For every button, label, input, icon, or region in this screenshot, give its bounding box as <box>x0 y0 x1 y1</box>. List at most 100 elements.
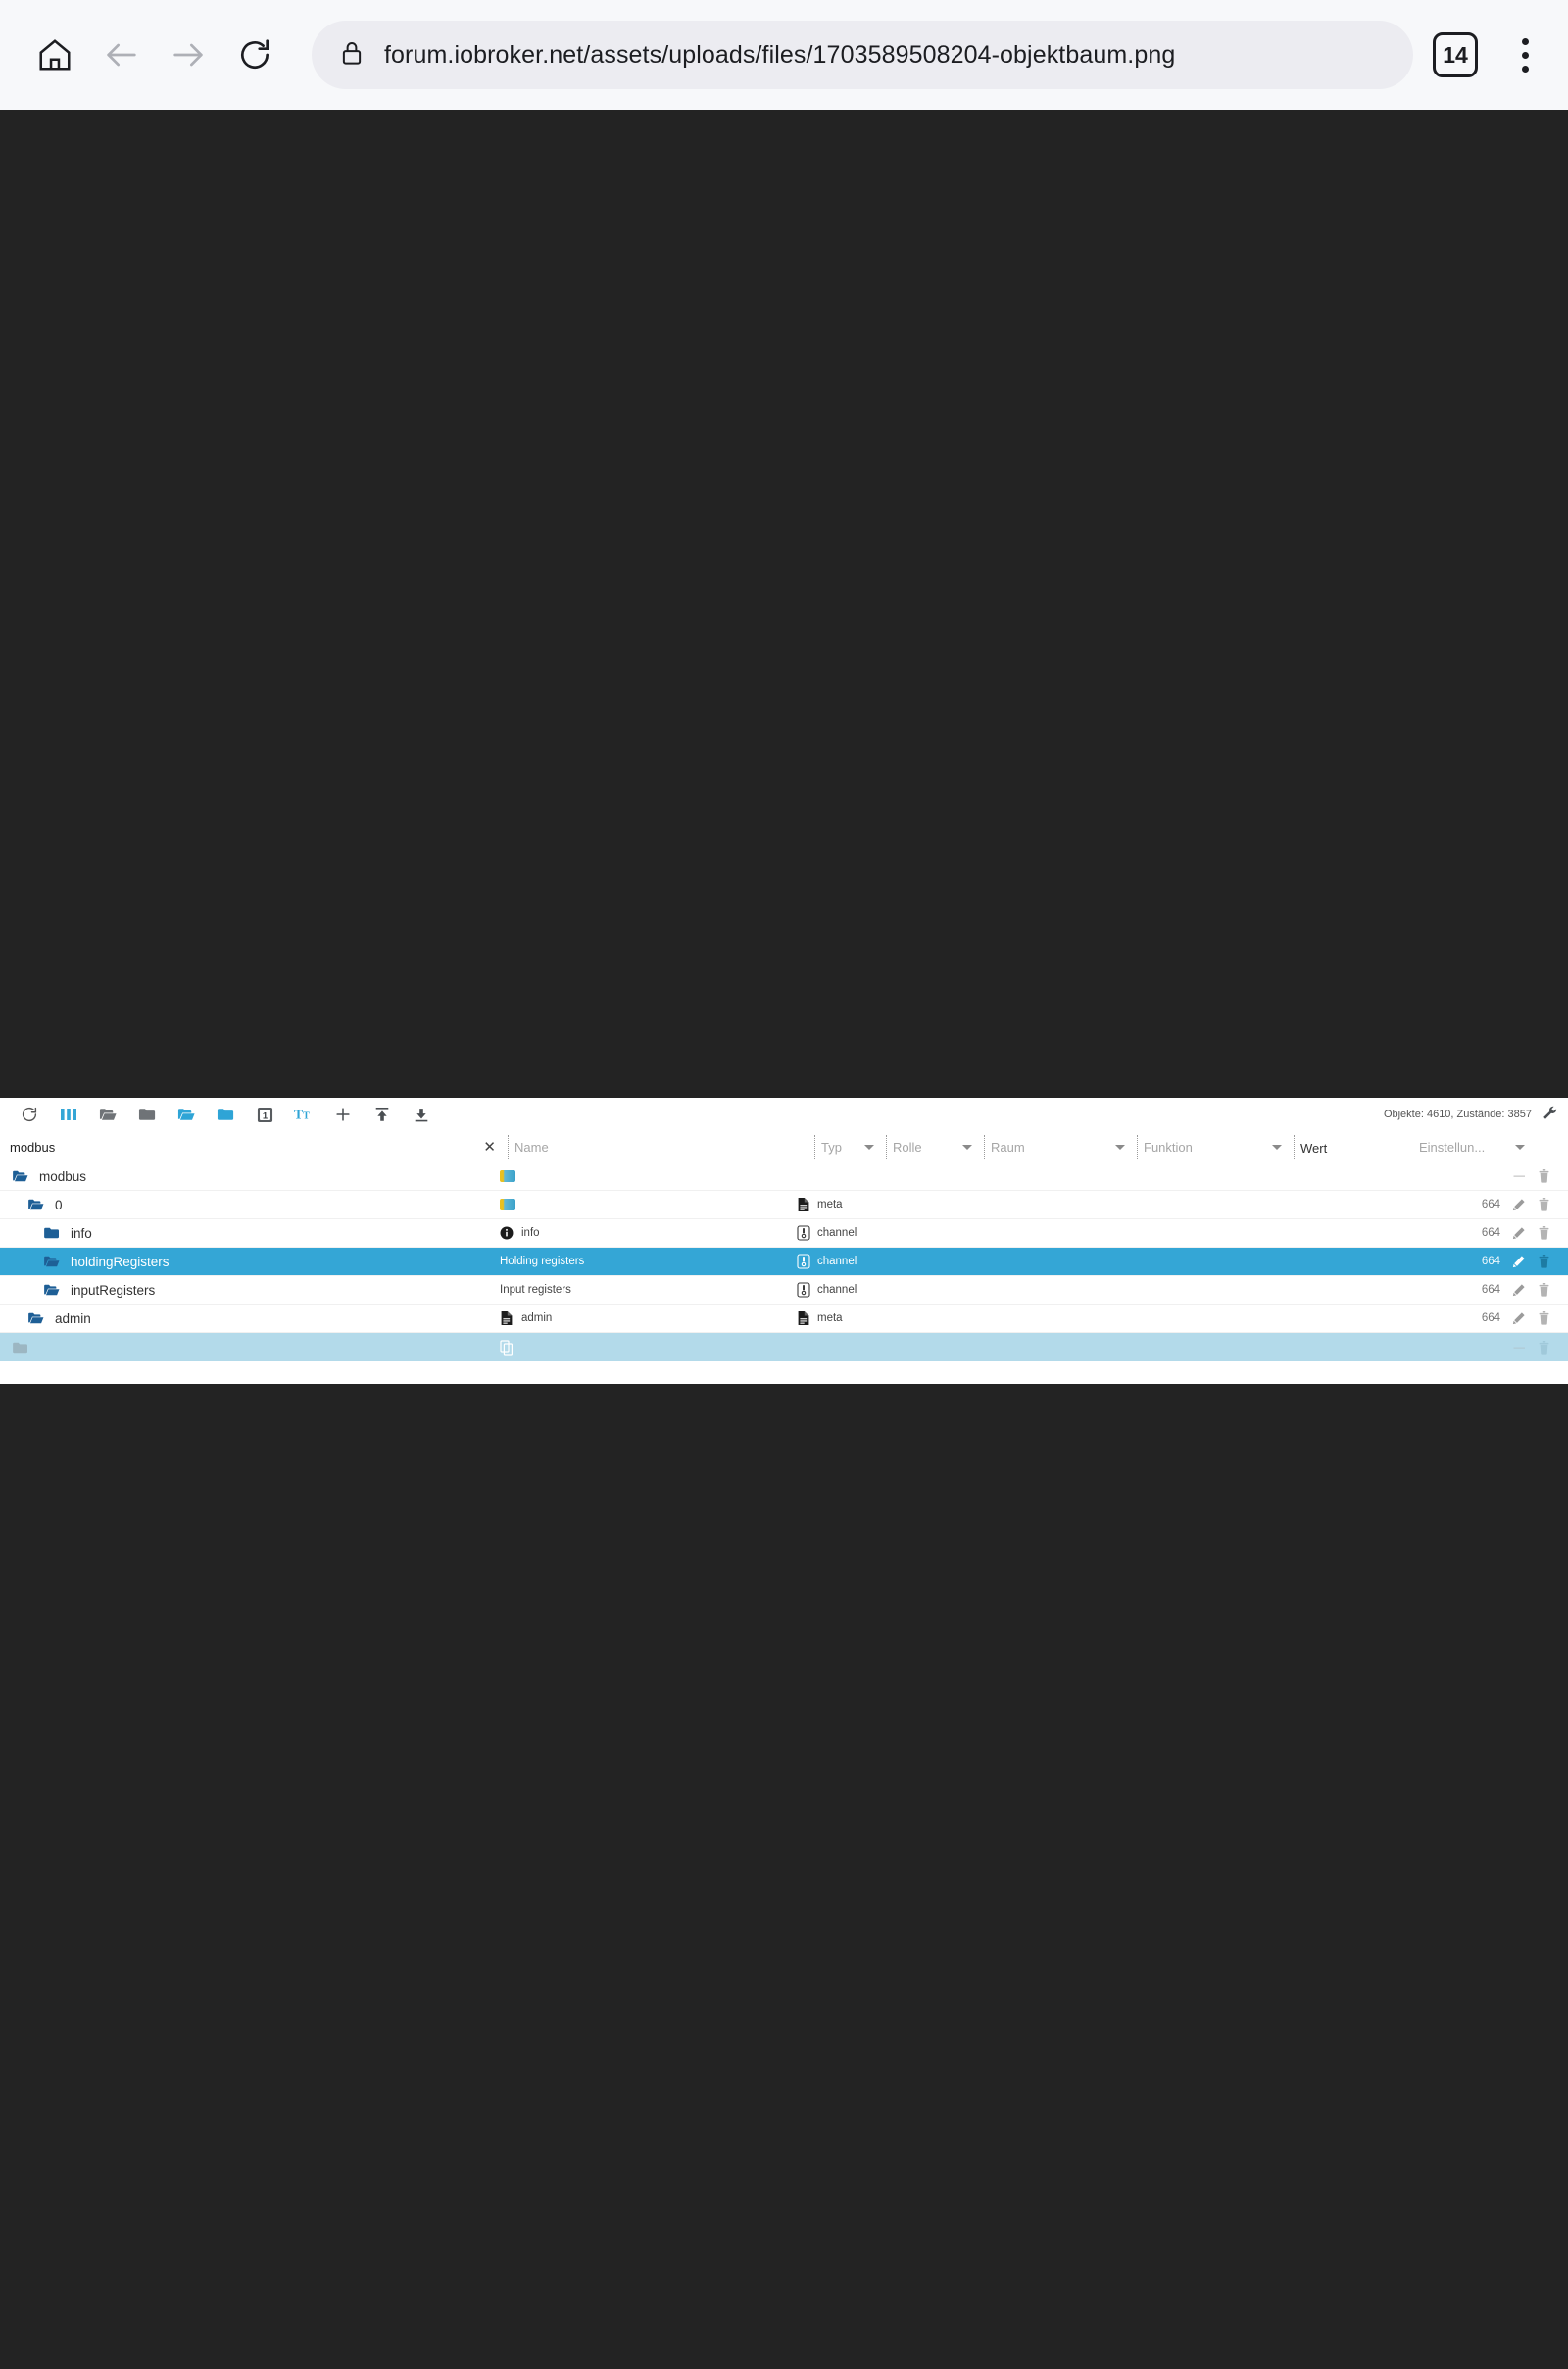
row-type-cell: meta <box>797 1197 1052 1212</box>
edit-icon[interactable] <box>1512 1255 1526 1268</box>
row-id-cell: info <box>0 1226 498 1241</box>
edit-icon[interactable] <box>1512 1198 1526 1211</box>
row-actions-cell: — <box>1052 1340 1568 1355</box>
reload-button[interactable] <box>221 22 288 88</box>
reload-icon <box>236 36 273 74</box>
table-row[interactable]: inputRegisters Input registers channel 6… <box>0 1276 1568 1305</box>
svg-text:1: 1 <box>262 1110 267 1121</box>
object-tree: modbus — 0 meta 664 info info channel 66… <box>0 1162 1568 1361</box>
collapse-all-button[interactable] <box>127 1100 167 1129</box>
export-icon <box>413 1106 430 1123</box>
folder-open-icon[interactable] <box>43 1255 61 1268</box>
column-header-wert-label: Wert <box>1300 1140 1328 1156</box>
row-name-label: Input registers <box>500 1284 571 1296</box>
columns-button[interactable] <box>49 1100 88 1129</box>
folder-open-icon[interactable] <box>27 1311 45 1325</box>
table-row[interactable]: modbus — <box>0 1162 1568 1191</box>
svg-text:T: T <box>294 1108 303 1122</box>
tab-counter-button[interactable]: 14 <box>1433 32 1478 77</box>
row-actions-cell: 664 <box>1052 1226 1568 1240</box>
import-icon <box>373 1106 391 1123</box>
row-actions-cell: 664 <box>1052 1198 1568 1211</box>
delete-icon[interactable] <box>1538 1198 1550 1211</box>
filter-typ-placeholder: Typ <box>821 1140 842 1155</box>
browser-toolbar: forum.iobroker.net/assets/uploads/files/… <box>0 0 1568 110</box>
row-name-cell <box>498 1339 797 1356</box>
table-row[interactable]: — <box>0 1333 1568 1361</box>
address-bar[interactable]: forum.iobroker.net/assets/uploads/files/… <box>312 21 1413 89</box>
text-size-button[interactable]: T T <box>284 1100 323 1129</box>
edit-icon[interactable] <box>1512 1311 1526 1325</box>
collapse-selected-button[interactable] <box>206 1100 245 1129</box>
wrench-icon[interactable] <box>1542 1105 1558 1124</box>
columns-icon <box>60 1106 77 1123</box>
row-id-label: admin <box>55 1310 91 1326</box>
filter-id[interactable]: modbus ✕ <box>10 1135 500 1160</box>
row-id-cell: admin <box>0 1311 498 1326</box>
chevron-down-icon <box>962 1145 972 1150</box>
row-name-cell: Input registers <box>498 1284 797 1296</box>
depth-level-icon: 1 <box>257 1107 273 1123</box>
folder-open-icon[interactable] <box>43 1283 61 1297</box>
row-type-label: channel <box>817 1256 858 1267</box>
add-object-icon <box>334 1106 352 1123</box>
delete-icon[interactable] <box>1538 1255 1550 1268</box>
folder-closed-icon[interactable] <box>43 1226 61 1240</box>
filter-raum[interactable]: Raum <box>984 1135 1129 1160</box>
edit-icon[interactable] <box>1512 1226 1526 1240</box>
filter-id-clear-button[interactable]: ✕ <box>483 1140 500 1155</box>
import-button[interactable] <box>363 1100 402 1129</box>
filter-name[interactable]: Name <box>508 1135 807 1160</box>
row-id-cell: holdingRegisters <box>0 1255 498 1269</box>
row-type-label: channel <box>817 1227 858 1239</box>
export-button[interactable] <box>402 1100 441 1129</box>
table-row-selected[interactable]: holdingRegisters Holding registers chann… <box>0 1248 1568 1276</box>
table-row[interactable]: info info channel 664 <box>0 1219 1568 1248</box>
folder-open-icon[interactable] <box>12 1169 29 1183</box>
adapter-icon <box>500 1170 515 1182</box>
expand-all-button[interactable] <box>88 1100 127 1129</box>
row-id-cell <box>0 1341 498 1355</box>
table-row[interactable]: 0 meta 664 <box>0 1191 1568 1219</box>
row-type-cell: channel <box>797 1254 1052 1269</box>
filter-einstellungen[interactable]: Einstellun... <box>1413 1135 1529 1160</box>
text-size-icon: T T <box>294 1107 314 1122</box>
folder-open-icon[interactable] <box>27 1198 45 1211</box>
row-actions-cell: 664 <box>1052 1283 1568 1297</box>
back-arrow-icon <box>102 35 141 74</box>
delete-icon[interactable] <box>1538 1311 1550 1325</box>
copy-icon[interactable] <box>500 1339 514 1356</box>
browser-menu-button[interactable] <box>1503 25 1546 84</box>
folder-closed-icon[interactable] <box>12 1341 29 1355</box>
channel-icon <box>797 1254 810 1269</box>
document-icon <box>797 1310 810 1326</box>
depth-level-button[interactable]: 1 <box>245 1100 284 1129</box>
object-browser-toolbar: 1 T T Objekte: 4610, Zustände: 3857 <box>0 1098 1568 1131</box>
refresh-button[interactable] <box>10 1100 49 1129</box>
edit-icon[interactable] <box>1512 1283 1526 1297</box>
filter-typ[interactable]: Typ <box>814 1135 878 1160</box>
delete-icon[interactable] <box>1538 1226 1550 1240</box>
row-acl-label: 664 <box>1481 1199 1500 1210</box>
home-button[interactable] <box>22 22 88 88</box>
row-type-cell: channel <box>797 1225 1052 1241</box>
expand-selected-button[interactable] <box>167 1100 206 1129</box>
row-name-label: info <box>521 1227 540 1239</box>
delete-icon[interactable] <box>1538 1283 1550 1297</box>
row-id-cell: 0 <box>0 1198 498 1212</box>
row-acl-label: 664 <box>1481 1256 1500 1267</box>
collapse-all-icon <box>138 1107 157 1122</box>
delete-icon[interactable] <box>1538 1340 1550 1355</box>
object-browser-status: Objekte: 4610, Zustände: 3857 <box>1384 1098 1558 1131</box>
row-type-label: meta <box>817 1312 843 1324</box>
filter-funktion[interactable]: Funktion <box>1137 1135 1286 1160</box>
row-acl-label: — <box>1513 1170 1526 1182</box>
expand-selected-icon <box>177 1107 196 1122</box>
forward-button[interactable] <box>155 22 221 88</box>
delete-icon[interactable] <box>1538 1169 1550 1183</box>
filter-rolle[interactable]: Rolle <box>886 1135 976 1160</box>
home-icon <box>36 36 74 74</box>
add-object-button[interactable] <box>323 1100 363 1129</box>
table-row[interactable]: admin admin meta 664 <box>0 1305 1568 1333</box>
back-button[interactable] <box>88 22 155 88</box>
